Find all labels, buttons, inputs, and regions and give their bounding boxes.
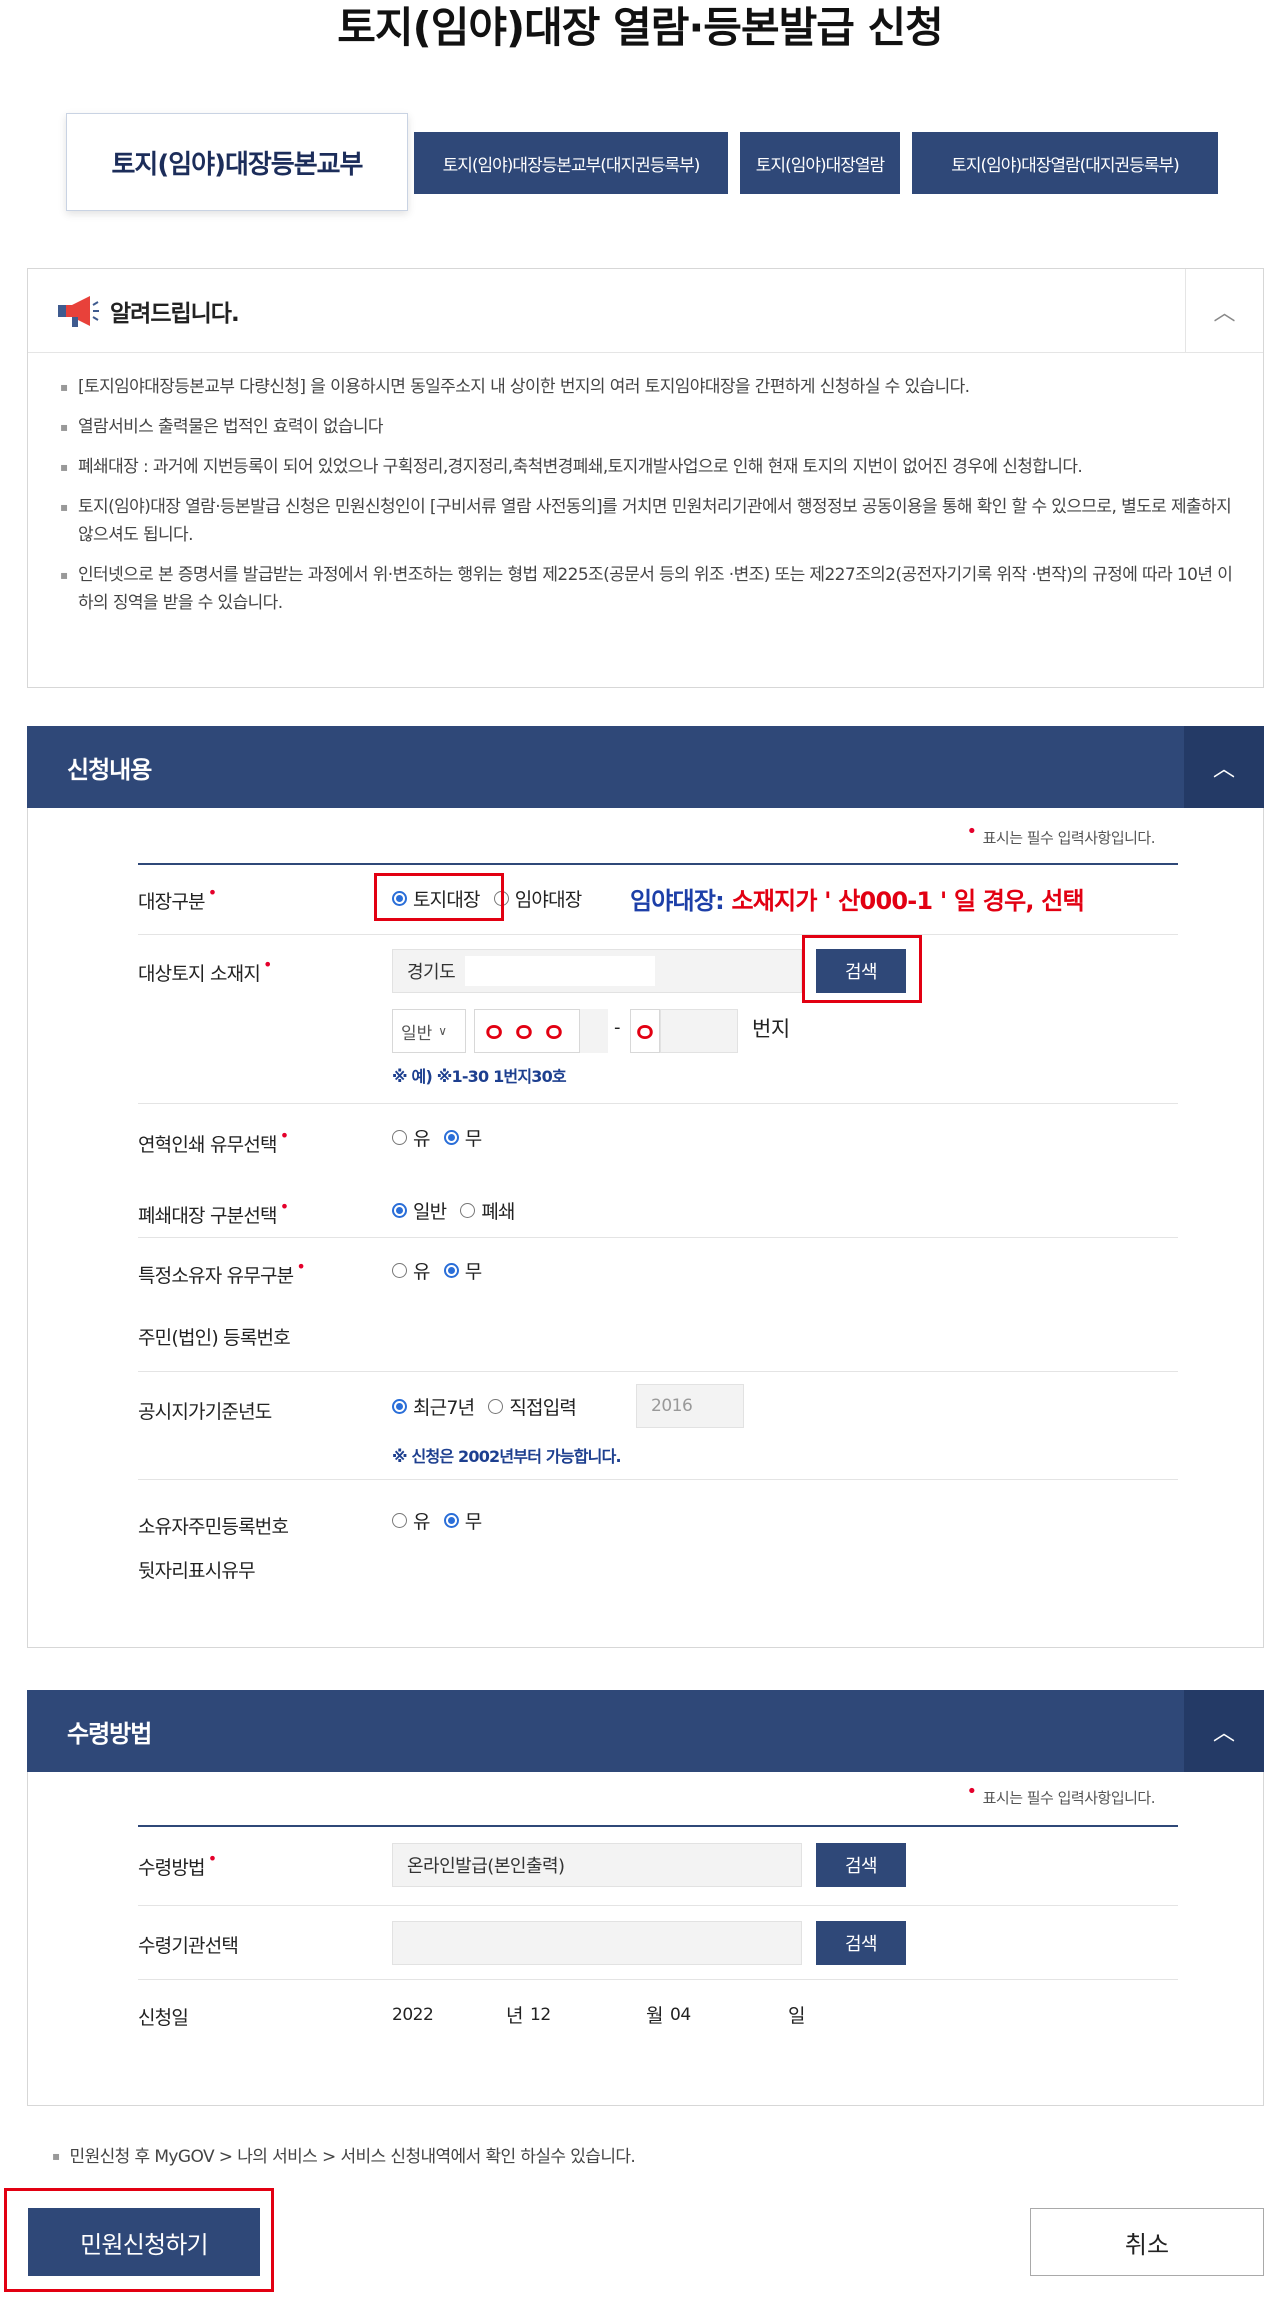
date-day: 04 [670,2005,691,2025]
price-year-label: 공시지가기준년도 [138,1401,272,1423]
lot-suffix: 번지 [752,1017,790,1041]
price-year-radios: 최근7년 직접입력 [392,1393,590,1420]
collapse-icon[interactable]: ︿ [1184,1690,1264,1772]
form-top-border [138,863,1178,865]
cancel-button[interactable]: 취소 [1030,2208,1264,2276]
closed-ledger-radios: 일반 폐쇄 [392,1197,529,1224]
radio-checked-icon[interactable] [443,1130,459,1145]
section-title: 수령방법 [67,1720,152,1748]
owner-suffix-label: 소유자주민등록번호 뒷자리표시유무 [138,1516,289,1582]
radio-unchecked-icon[interactable] [392,1513,407,1528]
location-label: 대상토지 소재지 • [138,955,272,985]
closed-ledger-label: 폐쇄대장 구분선택 • [138,1197,289,1227]
notice-item: 폐쇄대장 : 과거에 지번등록이 되어 있었으나 구획정리,경지정리,축척변경폐… [58,453,1238,481]
notice-title: 알려드립니다. [110,301,240,327]
notice-header: 알려드립니다. ︿ [28,269,1263,353]
radio-direct-input[interactable]: 직접입력 [488,1393,577,1420]
history-print-radios: 유 무 [392,1124,495,1151]
row-separator [138,1103,1178,1104]
radio-checked-icon[interactable] [443,1263,459,1278]
location-address-input[interactable]: 경기도 [392,949,802,993]
highlight-box [802,935,922,1003]
collapse-icon[interactable]: ︿ [1185,269,1263,353]
receipt-method-search-button[interactable]: 검색 [816,1843,906,1887]
radio-owner-no[interactable]: 무 [443,1257,482,1284]
highlight-box [374,873,504,921]
radio-history-yes[interactable]: 유 [392,1124,430,1151]
receipt-header: 수령방법 ︿ [27,1690,1264,1772]
application-header: 신청내용 ︿ [27,726,1264,808]
number-separator: - [614,1017,621,1038]
row-separator [138,1905,1178,1906]
tab-land-ledger-copy[interactable]: 토지(임야)대장등본교부 [66,113,408,211]
notice-item: 토지(임야)대장 열람·등본발급 신청은 민원신청인이 [구비서류 열람 사전동… [58,493,1238,549]
date-year-unit: 년 [506,2005,523,2027]
radio-checked-icon[interactable] [443,1513,459,1528]
sub-number-input[interactable]: ㅇ [630,1009,660,1053]
radio-unchecked-icon[interactable] [460,1203,476,1218]
annotation-forest-ledger: 임야대장: 소재지가 ' 산000-1 ' 일 경우, 선택 [630,887,1085,915]
row-separator [138,1237,1178,1238]
receipt-agency-label: 수령기관선택 [138,1935,239,1957]
date-day-unit: 일 [788,2005,805,2027]
application-section: 신청내용 ︿ • 표시는 필수 입력사항입니다. 대장구분 • 토지대장 임야대장 … [27,726,1264,1648]
receipt-section: 수령방법 ︿ • 표시는 필수 입력사항입니다. 수령방법 • 온라인발급(본인출력… [27,1690,1264,2106]
megaphone-icon [58,296,99,327]
row-separator [138,1479,1178,1480]
radio-recent-7-years[interactable]: 최근7년 [392,1393,475,1420]
application-date-label: 신청일 [138,2007,189,2029]
notice-list: [토지임야대장등본교부 다량신청] 을 이용하시면 동일주소지 내 상이한 번지… [58,373,1238,629]
date-year: 2022 [392,2005,434,2025]
row-separator [138,934,1178,935]
price-year-hint: ※ 신청은 2002년부터 가능합니다. [392,1447,622,1466]
receipt-method-input[interactable]: 온라인발급(본인출력) [392,1843,802,1887]
date-month: 12 [530,2005,551,2025]
special-owner-label: 특정소유자 유무구분 • [138,1257,306,1287]
receipt-agency-search-button[interactable]: 검색 [816,1921,906,1965]
receipt-agency-input[interactable] [392,1921,802,1965]
footer-note: 민원신청 후 MyGOV > 나의 서비스 > 서비스 신청내역에서 확인 하실… [52,2142,636,2167]
radio-checked-icon[interactable] [392,1399,407,1414]
row-separator [138,1371,1178,1372]
notice-item: 인터넷으로 본 증명서를 발급받는 과정에서 위·변조하는 행위는 형법 제22… [58,561,1238,617]
date-month-unit: 월 [646,2005,663,2027]
radio-checked-icon[interactable] [392,1203,407,1218]
required-note: • 표시는 필수 입력사항입니다. [966,1781,1155,1807]
radio-owner-suffix-no[interactable]: 무 [443,1507,482,1534]
main-number-input[interactable]: ㅇㅇㅇ [474,1009,580,1053]
tab-land-ledger-view[interactable]: 토지(임야)대장열람 [740,132,900,194]
tab-land-ledger-view-site-rights[interactable]: 토지(임야)대장열람(대지권등록부) [912,132,1218,194]
radio-owner-suffix-yes[interactable]: 유 [392,1507,430,1534]
page-title: 토지(임야)대장 열람·등본발급 신청 [337,3,944,52]
submit-application-button[interactable]: 민원신청하기 [28,2208,260,2276]
radio-owner-yes[interactable]: 유 [392,1257,430,1284]
radio-unchecked-icon[interactable] [392,1130,407,1145]
location-hint: ※ 예) ※1-30 1번지30호 [392,1067,567,1086]
radio-closed-normal[interactable]: 일반 [392,1197,447,1224]
price-year-input[interactable]: 2016 [636,1384,744,1428]
notice-item: 열람서비스 출력물은 법적인 효력이 없습니다 [58,413,1238,441]
collapse-icon[interactable]: ︿ [1184,726,1264,808]
receipt-method-label: 수령방법 • [138,1849,217,1879]
notice-box: 알려드립니다. ︿ [토지임야대장등본교부 다량신청] 을 이용하시면 동일주소… [27,268,1264,688]
form-top-border [138,1825,1178,1827]
ledger-type-label: 대장구분 • [138,883,217,913]
row-separator [138,1979,1178,1980]
radio-history-no[interactable]: 무 [443,1124,482,1151]
section-title: 신청내용 [67,756,152,784]
radio-unchecked-icon[interactable] [392,1263,407,1278]
notice-item: [토지임야대장등본교부 다량신청] 을 이용하시면 동일주소지 내 상이한 번지… [58,373,1238,401]
chevron-down-icon: ∨ [438,1024,448,1038]
tab-land-ledger-copy-site-rights[interactable]: 토지(임야)대장등본교부(대지권등록부) [414,132,728,194]
radio-unchecked-icon[interactable] [488,1399,504,1414]
lot-type-select[interactable]: 일반 ∨ [392,1009,466,1053]
special-owner-radios: 유 무 [392,1257,495,1284]
reg-number-label: 주민(법인) 등록번호 [138,1327,291,1349]
radio-closed-closed[interactable]: 폐쇄 [460,1197,516,1224]
radio-forest-ledger[interactable]: 임야대장 [493,885,582,912]
required-note: • 표시는 필수 입력사항입니다. [966,821,1155,847]
owner-suffix-radios: 유 무 [392,1507,495,1534]
history-print-label: 연혁인쇄 유무선택 • [138,1126,289,1156]
